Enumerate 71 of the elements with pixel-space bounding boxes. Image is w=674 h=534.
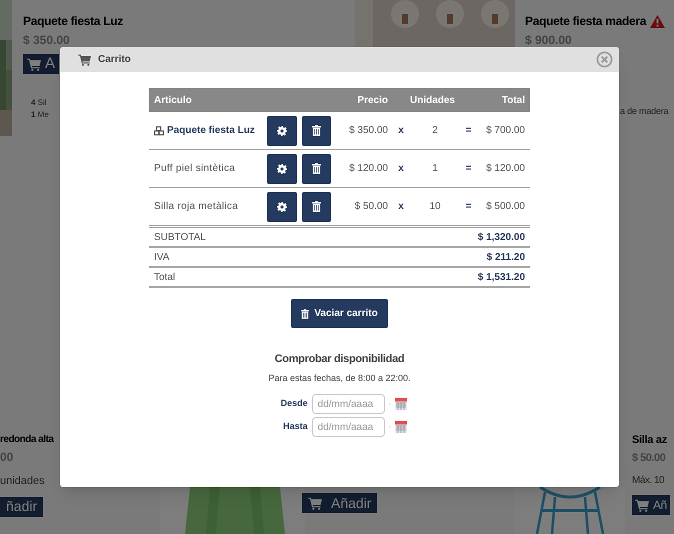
item-name: Paquete fiesta Luz	[167, 124, 255, 138]
cart-icon	[78, 54, 92, 66]
trash-icon	[312, 125, 321, 136]
summary-label: SUBTOTAL	[154, 230, 206, 244]
product-title: redonda alta	[0, 433, 54, 447]
summary-label: IVA	[154, 250, 170, 264]
product-note: Máx. 10	[632, 474, 664, 488]
list-item: 1 Me	[31, 109, 50, 121]
separator-dot: ·	[388, 421, 392, 433]
calendar-icon	[395, 421, 408, 433]
settings-icon	[277, 126, 287, 136]
product-title: Paquete fiesta Luz	[23, 13, 123, 30]
trash-icon	[312, 163, 321, 174]
price-cell-text: $ 350.00	[348, 124, 389, 138]
times-sign: x	[397, 162, 405, 176]
add-button[interactable]: A	[23, 54, 60, 74]
trash-icon	[301, 308, 310, 318]
calendar-icon	[395, 398, 408, 410]
times-sign: x	[397, 124, 405, 138]
settings-icon	[277, 164, 287, 174]
price-cell-text: $ 120.00	[348, 162, 389, 176]
equals-sign: =	[464, 162, 472, 176]
clear-cart-button[interactable]: Vaciar carrito	[291, 299, 388, 328]
add-button[interactable]: Añadir	[302, 493, 378, 513]
summary-value: $ 1,320.00	[478, 230, 525, 244]
summary-label: Total	[154, 270, 176, 284]
summary-value: $ 1,531.20	[478, 270, 525, 284]
times-sign: x	[397, 200, 405, 214]
delete-button[interactable]	[302, 192, 331, 222]
settings-button[interactable]	[267, 192, 297, 222]
units-cell-text: 10	[428, 200, 442, 214]
date-field[interactable]: dd/mm/aaaa	[312, 394, 385, 414]
item-name: Puff piel sintètica	[154, 162, 236, 176]
field-label: Hasta	[282, 420, 308, 434]
delete-button[interactable]	[302, 116, 331, 146]
equals-sign: =	[464, 200, 472, 214]
product-title: Silla az	[632, 433, 667, 448]
add-button[interactable]: Añ	[632, 495, 670, 515]
delete-button[interactable]	[302, 154, 331, 184]
separator-dot: ·	[388, 398, 392, 410]
list-item: 4 Sil	[31, 97, 48, 109]
field-label: Desde	[280, 397, 308, 410]
settings-button[interactable]	[267, 116, 297, 146]
dialog-title: Carrito	[98, 53, 131, 67]
item-name: Silla roja metàlica	[154, 200, 238, 214]
column-header: Precio	[356, 94, 389, 108]
settings-icon	[277, 202, 287, 212]
cart-icon	[635, 498, 650, 512]
column-header: Articulo	[153, 94, 193, 108]
product-title: Paquete fiesta madera	[525, 13, 646, 30]
product-note: a de madera	[620, 105, 668, 118]
add-button[interactable]: ñadir	[0, 496, 44, 516]
product-note: unidades	[0, 474, 45, 489]
cubes-icon	[154, 126, 164, 136]
units-cell-text: 2	[431, 124, 439, 138]
cart-icon	[308, 496, 323, 510]
units-cell-text: 1	[431, 162, 439, 176]
date-field[interactable]: dd/mm/aaaa	[312, 417, 385, 437]
price-cell-text: $ 50.00	[354, 200, 389, 214]
summary-value: $ 211.20	[486, 250, 525, 264]
cart-icon	[27, 58, 42, 70]
settings-button[interactable]	[267, 154, 297, 184]
trash-icon	[312, 201, 321, 212]
total-cell-text: $ 700.00	[485, 124, 526, 138]
total-cell-text: $ 120.00	[485, 162, 526, 176]
column-header: Unidades	[408, 94, 456, 108]
section-title: Comprobar disponibilidad	[274, 352, 404, 367]
equals-sign: =	[464, 124, 472, 138]
column-header: Total	[500, 94, 526, 108]
total-cell-text: $ 500.00	[485, 200, 526, 214]
section-subtitle: Para estas fechas, de 8:00 a 22:00.	[268, 372, 411, 384]
